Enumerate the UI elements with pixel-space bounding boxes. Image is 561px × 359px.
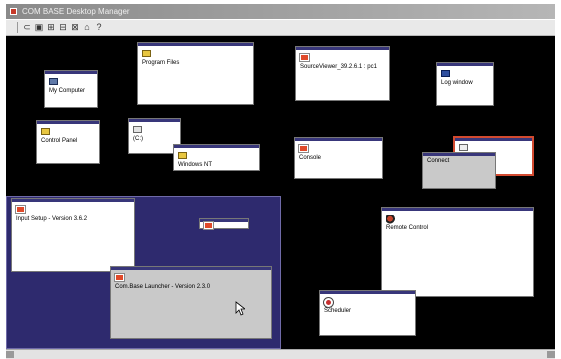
desktop-quadrant-bottom-left[interactable]: My Computer Input Setup - Version 3.6.2 … xyxy=(6,196,281,349)
folder-icon xyxy=(142,50,151,57)
window-label: Control Panel xyxy=(41,138,78,144)
toolbar: ⊂ ▣ ⊞ ⊟ ⊠ ⌂ ? xyxy=(6,20,555,36)
desktop-quadrant-bottom-right[interactable]: Remote Control Scheduler xyxy=(284,196,555,349)
virtual-desktop-area: My Computer Program Files Control Panel … xyxy=(6,36,555,349)
window-program-files[interactable]: Program Files xyxy=(137,42,254,105)
window-minimized[interactable] xyxy=(199,218,249,229)
window-control-panel[interactable]: Control Panel xyxy=(36,120,100,164)
app-icon xyxy=(16,206,25,213)
app-icon xyxy=(10,8,17,15)
help-icon[interactable]: ? xyxy=(93,22,105,33)
toolbar-grip xyxy=(17,22,18,33)
folder-icon xyxy=(178,152,187,159)
save-icon[interactable]: ▣ xyxy=(33,22,45,33)
tool2-icon[interactable]: ⊟ xyxy=(57,22,69,33)
window-input-setup[interactable]: My Computer Input Setup - Version 3.6.2 xyxy=(11,198,135,272)
app-icon xyxy=(300,54,309,61)
log-icon xyxy=(441,70,450,77)
window-log-window[interactable]: Log window xyxy=(436,62,494,106)
window-label: Program Files xyxy=(142,60,180,66)
desktop-quadrant-top-left[interactable]: My Computer Program Files Control Panel … xyxy=(6,36,281,193)
window-connect[interactable]: Connect xyxy=(422,152,496,189)
connect-icon xyxy=(459,144,468,151)
window-remote-control[interactable]: Remote Control xyxy=(381,207,534,297)
window-combase-launcher[interactable]: Com.Base Launcher - Version 2.3.0 xyxy=(110,266,272,339)
window-label: (C:) xyxy=(133,136,143,142)
remote-icon xyxy=(386,215,396,224)
app-icon xyxy=(299,145,308,152)
folder-icon xyxy=(41,128,50,135)
window-sourceviewer[interactable]: SourceViewer_39.2.6.1 : pc1 xyxy=(295,46,390,101)
home-icon[interactable]: ⌂ xyxy=(81,22,93,33)
window-scheduler[interactable]: Scheduler xyxy=(319,290,416,336)
window-title: COM BASE Desktop Manager xyxy=(22,7,130,16)
window-label: Scheduler xyxy=(324,308,352,314)
window-label: Console xyxy=(299,155,322,161)
window-label: SourceViewer_39.2.6.1 : pc1 xyxy=(300,64,377,70)
title-bar[interactable]: COM BASE Desktop Manager xyxy=(6,4,555,19)
drive-icon xyxy=(133,126,142,133)
window-label: Com.Base Launcher - Version 2.3.0 xyxy=(115,284,211,290)
window-label: My Computer xyxy=(49,88,86,94)
app-icon xyxy=(204,222,213,229)
desktop-manager-window: COM BASE Desktop Manager ⊂ ▣ ⊞ ⊟ ⊠ ⌂ ? M… xyxy=(0,0,561,359)
window-windows-nt[interactable]: Windows NT xyxy=(173,144,260,171)
window-console[interactable]: Console xyxy=(294,137,383,179)
scroll-left-icon[interactable] xyxy=(6,351,14,358)
tool3-icon[interactable]: ⊠ xyxy=(69,22,81,33)
status-bar xyxy=(6,349,555,359)
window-label: Windows NT xyxy=(178,162,213,168)
app-icon xyxy=(115,274,124,281)
tool1-icon[interactable]: ⊞ xyxy=(45,22,57,33)
desktop-quadrant-top-right[interactable]: SourceViewer_39.2.6.1 : pc1 Log window C… xyxy=(284,36,555,193)
window-label: Connect xyxy=(427,158,450,164)
window-my-computer[interactable]: My Computer xyxy=(44,70,98,108)
window-label: Remote Control xyxy=(386,225,429,231)
scheduler-icon xyxy=(324,298,333,307)
open-icon[interactable]: ⊂ xyxy=(21,22,33,33)
mouse-cursor-icon xyxy=(235,301,245,316)
window-label: Log window xyxy=(441,80,473,86)
computer-icon xyxy=(49,78,58,85)
scroll-right-icon[interactable] xyxy=(547,351,555,358)
window-label: Input Setup - Version 3.6.2 xyxy=(16,216,88,222)
